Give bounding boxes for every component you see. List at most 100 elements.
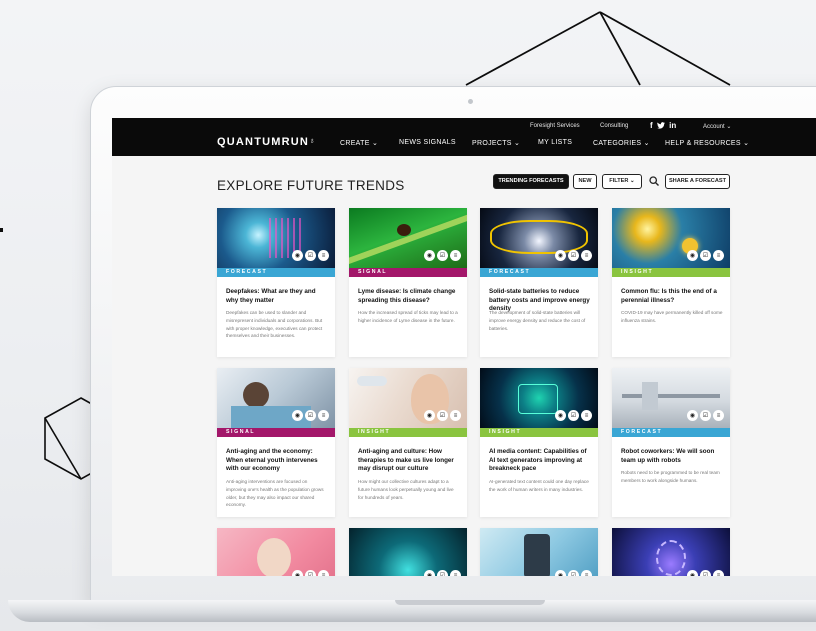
trend-card[interactable]: ◉ ☑ ≡ [612,528,730,576]
eye-icon[interactable]: ◉ [424,250,435,261]
nav-account[interactable]: Account ⌄ [703,123,731,130]
top-navigation: QUANTUMRUN♁ Foresight Services Consultin… [112,118,816,156]
card-title[interactable]: Lyme disease: Is climate change spreadin… [358,288,460,305]
card-type-label: FORECAST [480,268,598,277]
list-icon[interactable]: ≡ [318,410,329,421]
checklist-icon[interactable]: ☑ [437,410,448,421]
logo-mark-icon: ♁ [309,136,317,145]
nav-my-lists[interactable]: MY LISTS [538,139,572,146]
list-icon[interactable]: ≡ [450,570,461,576]
card-thumbnail [612,528,730,576]
filter-button[interactable]: FILTER ⌄ [602,174,642,189]
eye-icon[interactable]: ◉ [555,410,566,421]
card-thumbnail [349,528,467,576]
list-icon[interactable]: ≡ [318,570,329,576]
list-icon[interactable]: ≡ [581,570,592,576]
linkedin-icon[interactable]: in [669,121,676,130]
card-title[interactable]: Deepfakes: What are they and why they ma… [226,288,328,305]
list-icon[interactable]: ≡ [581,410,592,421]
card-actions: ◉ ☑ ≡ [292,250,329,261]
trend-card[interactable]: ◉ ☑ ≡ SIGNAL Anti-aging and the economy: W… [217,368,335,517]
card-title[interactable]: Anti-aging and the economy: When eternal… [226,448,328,474]
nav-consulting[interactable]: Consulting [600,123,628,129]
card-title[interactable]: Anti-aging and culture: How therapies to… [358,448,460,474]
card-actions: ◉ ☑ ≡ [555,410,592,421]
trend-card[interactable]: ◉ ☑ ≡ FORECAST Solid-state batteries to re… [480,208,598,357]
trending-forecasts-button[interactable]: TRENDING FORECASTS [493,174,569,189]
card-actions: ◉ ☑ ≡ [424,250,461,261]
eye-icon[interactable]: ◉ [292,570,303,576]
card-thumbnail [480,528,598,576]
card-description: How might our collective cultures adapt … [358,479,454,500]
card-actions: ◉ ☑ ≡ [687,570,724,576]
social-links: f in [650,121,676,130]
trend-card[interactable]: ◉ ☑ ≡ INSIGHT Anti-aging and culture: How … [349,368,467,517]
checklist-icon[interactable]: ☑ [700,410,711,421]
trend-card[interactable]: ◉ ☑ ≡ [349,528,467,576]
eye-icon[interactable]: ◉ [292,250,303,261]
list-icon[interactable]: ≡ [318,250,329,261]
checklist-icon[interactable]: ☑ [700,570,711,576]
search-icon[interactable] [649,176,659,186]
card-actions: ◉ ☑ ≡ [687,250,724,261]
trend-card[interactable]: ◉ ☑ ≡ [480,528,598,576]
list-icon[interactable]: ≡ [581,250,592,261]
list-icon[interactable]: ≡ [450,250,461,261]
checklist-icon[interactable]: ☑ [305,410,316,421]
laptop-camera [468,99,473,104]
trend-card[interactable]: ◉ ☑ ≡ [217,528,335,576]
chevron-down-icon: ⌄ [726,124,732,130]
nav-projects[interactable]: PROJECTS ⌄ [472,139,520,147]
eye-icon[interactable]: ◉ [555,570,566,576]
facebook-icon[interactable]: f [650,121,653,130]
eye-icon[interactable]: ◉ [687,570,698,576]
laptop-base-notch [395,600,545,605]
trend-card[interactable]: ◉ ☑ ≡ INSIGHT AI media content: Capabiliti… [480,368,598,517]
eye-icon[interactable]: ◉ [424,570,435,576]
trend-card[interactable]: ◉ ☑ ≡ FORECAST Deepfakes: What are they an… [217,208,335,357]
new-button[interactable]: NEW [573,174,597,189]
checklist-icon[interactable]: ☑ [305,250,316,261]
checklist-icon[interactable]: ☑ [437,250,448,261]
card-type-label: FORECAST [612,428,730,437]
card-title[interactable]: Robot coworkers: We will soon team up wi… [621,448,723,465]
chevron-down-icon: ⌄ [743,140,750,147]
checklist-icon[interactable]: ☑ [305,570,316,576]
card-title[interactable]: AI media content: Capabilities of AI tex… [489,448,591,474]
twitter-icon[interactable] [656,122,665,129]
nav-help-resources[interactable]: HELP & RESOURCES ⌄ [665,139,749,147]
eye-icon[interactable]: ◉ [424,410,435,421]
card-actions: ◉ ☑ ≡ [292,570,329,576]
nav-news-signals[interactable]: NEWS SIGNALS [399,139,456,146]
nav-create[interactable]: CREATE ⌄ [340,139,378,147]
trend-card[interactable]: ◉ ☑ ≡ SIGNAL Lyme disease: Is climate chan… [349,208,467,357]
checklist-icon[interactable]: ☑ [568,570,579,576]
checklist-icon[interactable]: ☑ [568,410,579,421]
card-title[interactable]: Common flu: Is this the end of a perenni… [621,288,723,305]
checklist-icon[interactable]: ☑ [437,570,448,576]
card-thumbnail [217,528,335,576]
list-icon[interactable]: ≡ [713,250,724,261]
list-icon[interactable]: ≡ [713,570,724,576]
nav-categories[interactable]: CATEGORIES ⌄ [593,139,650,147]
eye-icon[interactable]: ◉ [687,410,698,421]
trend-card[interactable]: ◉ ☑ ≡ FORECAST Robot coworkers: We will so… [612,368,730,517]
card-description: COVID-19 may have permanently killed off… [621,310,723,323]
checklist-icon[interactable]: ☑ [568,250,579,261]
card-type-label: INSIGHT [480,428,598,437]
card-description: How the increased spread of ticks may le… [358,310,458,323]
checklist-icon[interactable]: ☑ [700,250,711,261]
eye-icon[interactable]: ◉ [687,250,698,261]
eye-icon[interactable]: ◉ [555,250,566,261]
card-type-label: FORECAST [217,268,335,277]
nav-foresight-services[interactable]: Foresight Services [530,123,580,129]
list-icon[interactable]: ≡ [713,410,724,421]
chevron-down-icon: ⌄ [371,140,379,147]
card-actions: ◉ ☑ ≡ [555,570,592,576]
share-forecast-button[interactable]: SHARE A FORECAST [665,174,730,189]
site-logo[interactable]: QUANTUMRUN♁ [217,136,316,148]
trend-card[interactable]: ◉ ☑ ≡ INSIGHT Common flu: Is this the end … [612,208,730,357]
list-icon[interactable]: ≡ [450,410,461,421]
eye-icon[interactable]: ◉ [292,410,303,421]
chevron-down-icon: ⌄ [630,178,635,184]
